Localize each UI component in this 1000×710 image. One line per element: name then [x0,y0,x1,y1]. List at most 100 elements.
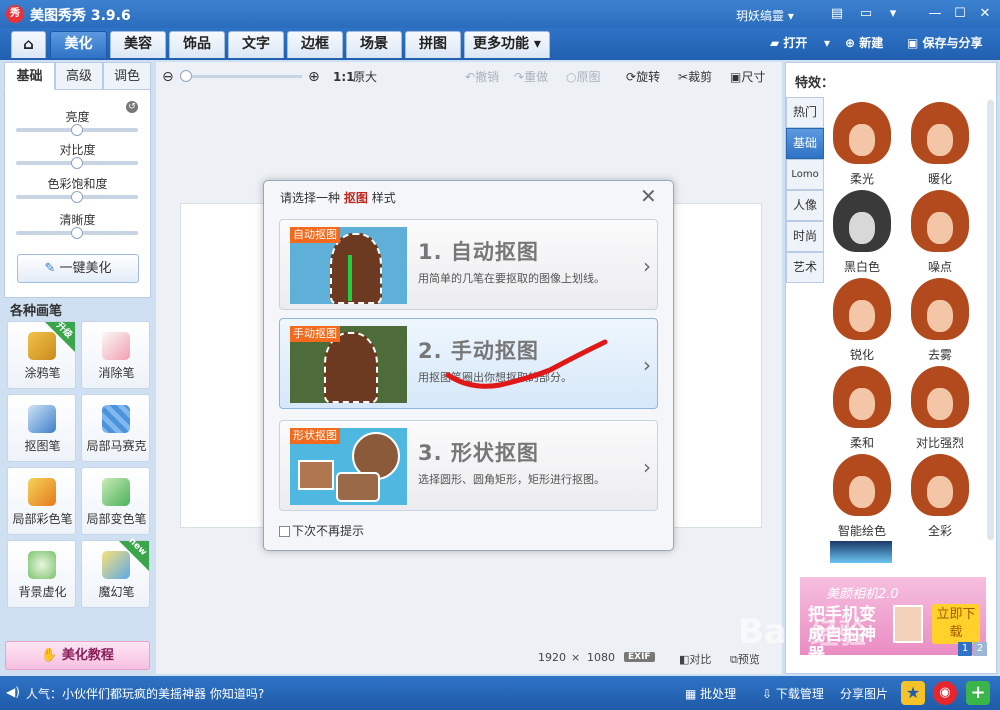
effect-tab-fashion[interactable]: 时尚 [786,221,824,252]
slider-knob[interactable] [71,124,83,136]
open-dropdown[interactable]: ▾ [824,33,830,53]
undo-button[interactable]: ↶撤销 [465,68,499,86]
sharpness-label: 清晰度 [59,213,96,227]
original-image-button[interactable]: ○原图 [566,68,601,86]
resize-button[interactable]: ▣尺寸 [730,68,765,86]
dialog-close-icon[interactable]: ✕ [640,184,657,208]
tab-wenzi[interactable]: 文字 [228,31,284,58]
effect-thumb-sharpen[interactable] [833,278,891,340]
effects-title: 特效： [795,76,835,91]
user-menu[interactable]: 玥妖缟靈 ▾ [736,7,794,24]
open-button[interactable]: ▰ 打开 [770,33,807,53]
undo-icon: ↶ [465,70,476,84]
effect-thumb-full-color[interactable] [911,454,969,516]
tab-more-features[interactable]: 更多功能 ▾ [464,31,550,58]
save-share-button[interactable]: ▣ 保存与分享 [907,33,983,53]
maximize-icon[interactable]: ☐ [951,5,969,23]
effect-label: 噪点 [927,260,952,274]
zoom-out-icon[interactable]: ⊖ [162,68,174,86]
qzone-star-icon[interactable]: ★ [901,681,925,705]
share-image-button[interactable]: 分享图片 [840,685,888,702]
ad-download-button[interactable]: 立即下载 [932,604,980,644]
ad-page-1[interactable]: 1 [958,642,972,656]
tab-meirong[interactable]: 美容 [110,31,166,58]
effect-thumb-bw[interactable] [833,190,891,252]
message-icon[interactable]: ▭ [857,5,875,23]
crop-label: 裁剪 [688,70,713,84]
tool-mosaic[interactable]: 局部马赛克 [81,394,150,462]
saturation-slider[interactable] [16,191,138,203]
close-icon[interactable]: ✕ [976,5,994,23]
minimize-icon[interactable]: — [926,5,944,23]
slider-knob[interactable] [71,227,83,239]
effect-tab-basic[interactable]: 基础 [786,128,824,159]
tab-changjing[interactable]: 场景 [346,31,402,58]
zoom-slider[interactable] [180,70,302,82]
effect-tab-art[interactable]: 艺术 [786,252,824,283]
dont-show-again-checkbox[interactable]: 下次不再提示 [279,522,364,539]
portrait-figure [324,332,378,403]
new-button[interactable]: ⊕ 新建 [845,33,883,53]
tool-cutout-pen[interactable]: 抠图笔 [7,394,76,462]
effect-thumb-defog[interactable] [911,278,969,340]
tab-shipin[interactable]: 饰品 [169,31,225,58]
rotate-button[interactable]: ⟳旋转 [626,68,660,86]
effects-scrollbar[interactable] [987,100,994,540]
compare-icon: ◧ [679,653,690,666]
sharpness-slider[interactable] [16,227,138,239]
crop-button[interactable]: ✂裁剪 [678,68,712,86]
tool-label: 局部变色笔 [86,512,147,526]
effect-thumb-smart-color[interactable] [833,454,891,516]
tool-magic-pen[interactable]: new 魔幻笔 [81,536,150,608]
exif-button[interactable]: EXIF [624,652,655,662]
tab-basic[interactable]: 基础 [4,62,55,90]
menu-icon[interactable]: ▾ [884,5,902,23]
tab-pintu[interactable]: 拼图 [405,31,461,58]
redo-button[interactable]: ↷重做 [514,68,548,86]
option-shape-cutout[interactable]: 形状抠图 3. 形状抠图 选择圆形、圆角矩形，矩形进行抠图。 › [279,420,658,511]
tab-advanced[interactable]: 高级 [55,62,103,90]
effect-thumb-warm[interactable] [911,102,969,164]
original-size-button[interactable]: 原大 [353,68,377,86]
batch-button[interactable]: ▦ 批处理 [685,685,736,702]
effect-thumb-noise[interactable] [911,190,969,252]
option-tag: 自动抠图 [290,227,340,243]
home-button[interactable]: ⌂ [11,31,46,58]
tool-background-blur[interactable]: 背景虚化 [7,540,76,608]
tab-meihua[interactable]: 美化 [50,31,107,58]
status-message[interactable]: 人气：小伙伴们都玩疯的美摇神器 你知道吗? [26,685,264,702]
effect-tab-hot[interactable]: 热门 [786,97,824,128]
tool-color-pen[interactable]: 局部彩色笔 [7,467,76,535]
brightness-slider[interactable] [16,124,138,136]
dialog-title-highlight: 抠图 [343,191,368,205]
beautify-tutorial-button[interactable]: ✋ 美化教程 [5,641,150,670]
effect-thumb-soft-light[interactable] [833,102,891,164]
effect-thumb-high-contrast[interactable] [911,366,969,428]
zoom-ratio[interactable]: 1:1 [333,68,355,86]
tool-doodle-pen[interactable]: 升级 涂鸦笔 [7,321,76,389]
checkbox-box[interactable] [279,526,290,537]
effect-thumb-partial[interactable] [830,541,892,563]
notes-icon[interactable]: ▤ [828,5,846,23]
effect-tab-portrait[interactable]: 人像 [786,190,824,221]
add-icon[interactable]: + [966,681,990,705]
tab-color[interactable]: 调色 [103,62,151,90]
tool-recolor-pen[interactable]: 局部变色笔 [81,467,150,535]
effect-thumb-soft[interactable] [833,366,891,428]
compare-button[interactable]: ◧对比 [679,651,711,667]
zoom-knob[interactable] [180,70,192,82]
option-auto-cutout[interactable]: 自动抠图 1. 自动抠图 用简单的几笔在要抠取的图像上划线。 › [279,219,658,310]
contrast-slider[interactable] [16,157,138,169]
tab-biankuang[interactable]: 边框 [287,31,343,58]
batch-label: 批处理 [700,687,737,701]
tool-eraser-pen[interactable]: 消除笔 [81,321,150,389]
ad-page-2[interactable]: 2 [973,642,987,656]
effect-tab-lomo[interactable]: Lomo [786,159,824,190]
slider-knob[interactable] [71,191,83,203]
one-click-beautify-button[interactable]: ✎ 一键美化 [17,254,139,283]
slider-knob[interactable] [71,157,83,169]
zoom-in-icon[interactable]: ⊕ [308,68,320,86]
weibo-icon[interactable]: ◉ [933,681,957,705]
download-manager-button[interactable]: ⇩ 下载管理 [762,685,824,702]
preview-button[interactable]: ⧉预览 [730,651,760,667]
